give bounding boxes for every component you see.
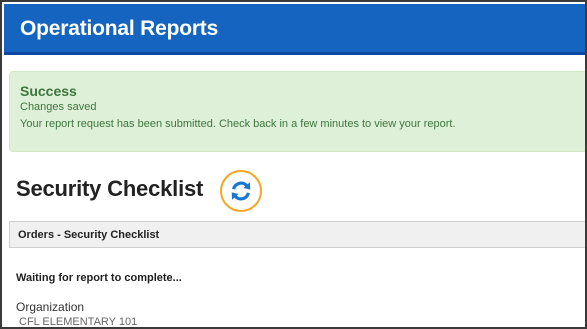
refresh-button[interactable] bbox=[220, 170, 262, 212]
section-label: Orders - Security Checklist bbox=[18, 229, 160, 241]
alert-message-saved: Changes saved bbox=[20, 101, 97, 113]
page-title: Security Checklist bbox=[16, 176, 204, 201]
page-header: Operational Reports bbox=[4, 4, 585, 55]
header-title: Operational Reports bbox=[20, 17, 219, 40]
refresh-icon bbox=[231, 181, 251, 201]
status-message: Waiting for report to complete... bbox=[16, 272, 182, 284]
organization-value: CFL ELEMENTARY 101 bbox=[19, 316, 138, 328]
success-alert: Success Changes saved Your report reques… bbox=[9, 71, 585, 152]
alert-message-submitted: Your report request has been submitted. … bbox=[20, 118, 456, 130]
organization-label: Organization bbox=[16, 300, 85, 314]
report-window: Operational Reports Success Changes save… bbox=[0, 0, 587, 329]
section-header: Orders - Security Checklist bbox=[9, 221, 585, 248]
alert-title: Success bbox=[20, 83, 77, 99]
